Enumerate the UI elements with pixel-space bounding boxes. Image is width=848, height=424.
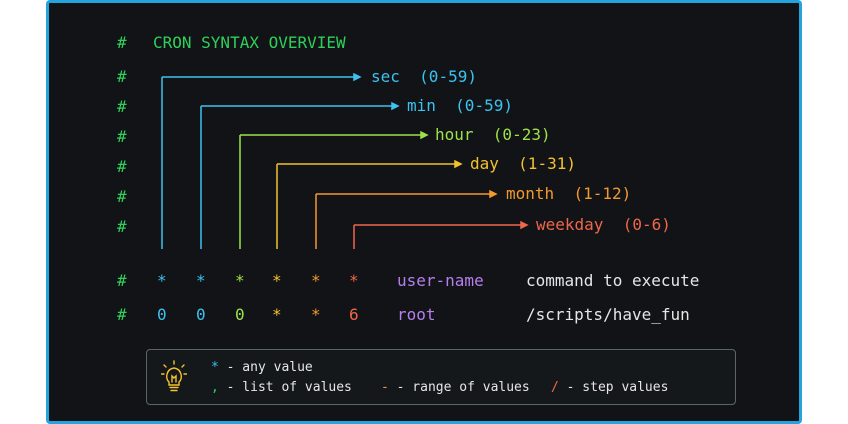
- day-connector: [276, 159, 463, 249]
- pattern-user: user-name: [397, 271, 484, 290]
- legend-range: - - range of values: [381, 380, 530, 395]
- month-connector: [315, 189, 498, 249]
- lightbulb-icon: [161, 360, 187, 392]
- comment-hash: #: [117, 305, 127, 324]
- sec-connector: [161, 72, 362, 249]
- pattern-min: *: [196, 271, 206, 290]
- legend-list: , - list of values: [211, 380, 352, 395]
- hour-connector: [239, 130, 429, 249]
- legend-box: * - any value , - list of values - - ran…: [146, 349, 736, 405]
- example-command: /scripts/have_fun: [526, 305, 690, 324]
- cron-diagram: # CRON SYNTAX OVERVIEW # # # # # # sec (…: [46, 0, 802, 424]
- field-weekday: weekday (0-6): [536, 215, 671, 234]
- pattern-month: *: [311, 271, 321, 290]
- pattern-hour: *: [235, 271, 245, 290]
- min-connector: [200, 101, 400, 249]
- field-sec: sec (0-59): [371, 67, 477, 86]
- pattern-sec: *: [157, 271, 167, 290]
- example-day: *: [272, 305, 282, 324]
- field-month: month (1-12): [506, 184, 632, 203]
- example-sec: 0: [157, 305, 167, 324]
- example-min: 0: [196, 305, 206, 324]
- pattern-weekday: *: [349, 271, 359, 290]
- comment-hash: #: [117, 271, 127, 290]
- pattern-day: *: [272, 271, 282, 290]
- example-month: *: [311, 305, 321, 324]
- example-user: root: [397, 305, 436, 324]
- legend-step: / - step values: [551, 380, 669, 395]
- example-weekday: 6: [349, 305, 359, 324]
- legend-any: * - any value: [211, 360, 313, 375]
- example-hour: 0: [235, 305, 245, 324]
- weekday-connector: [353, 220, 529, 249]
- pattern-command: command to execute: [526, 271, 700, 290]
- field-hour: hour (0-23): [435, 125, 551, 144]
- field-min: min (0-59): [407, 96, 513, 115]
- field-day: day (1-31): [470, 154, 576, 173]
